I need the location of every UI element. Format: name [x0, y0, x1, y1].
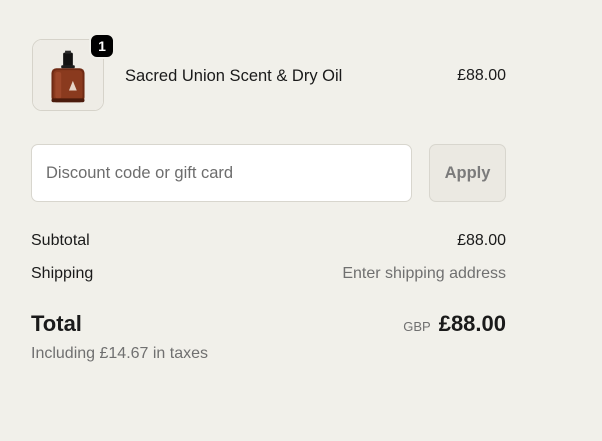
shipping-row: Shipping Enter shipping address [31, 263, 506, 285]
quantity-badge: 1 [89, 33, 115, 59]
total-label: Total [31, 311, 82, 336]
total-amount-group: GBP £88.00 [403, 311, 506, 337]
subtotal-row: Subtotal £88.00 [31, 230, 506, 252]
shipping-label: Shipping [31, 265, 94, 282]
order-summary: 1 Sacred Union Scent & Dry Oil £88.00 Ap… [31, 33, 506, 363]
discount-form: Apply [31, 144, 506, 202]
product-price: £88.00 [457, 67, 506, 84]
shipping-value: Enter shipping address [342, 265, 506, 282]
discount-code-input[interactable] [31, 144, 412, 202]
subtotal-value: £88.00 [457, 232, 506, 249]
subtotal-label: Subtotal [31, 232, 90, 249]
currency-code: GBP [403, 319, 431, 334]
apply-discount-button[interactable]: Apply [429, 144, 506, 202]
product-thumbnail-wrapper: 1 [31, 33, 115, 114]
total-row: Total GBP £88.00 [31, 311, 506, 337]
line-item: 1 Sacred Union Scent & Dry Oil £88.00 [31, 33, 506, 114]
total-amount: £88.00 [438, 311, 506, 336]
tax-note: Including £14.67 in taxes [31, 345, 209, 362]
product-name: Sacred Union Scent & Dry Oil [125, 66, 343, 85]
